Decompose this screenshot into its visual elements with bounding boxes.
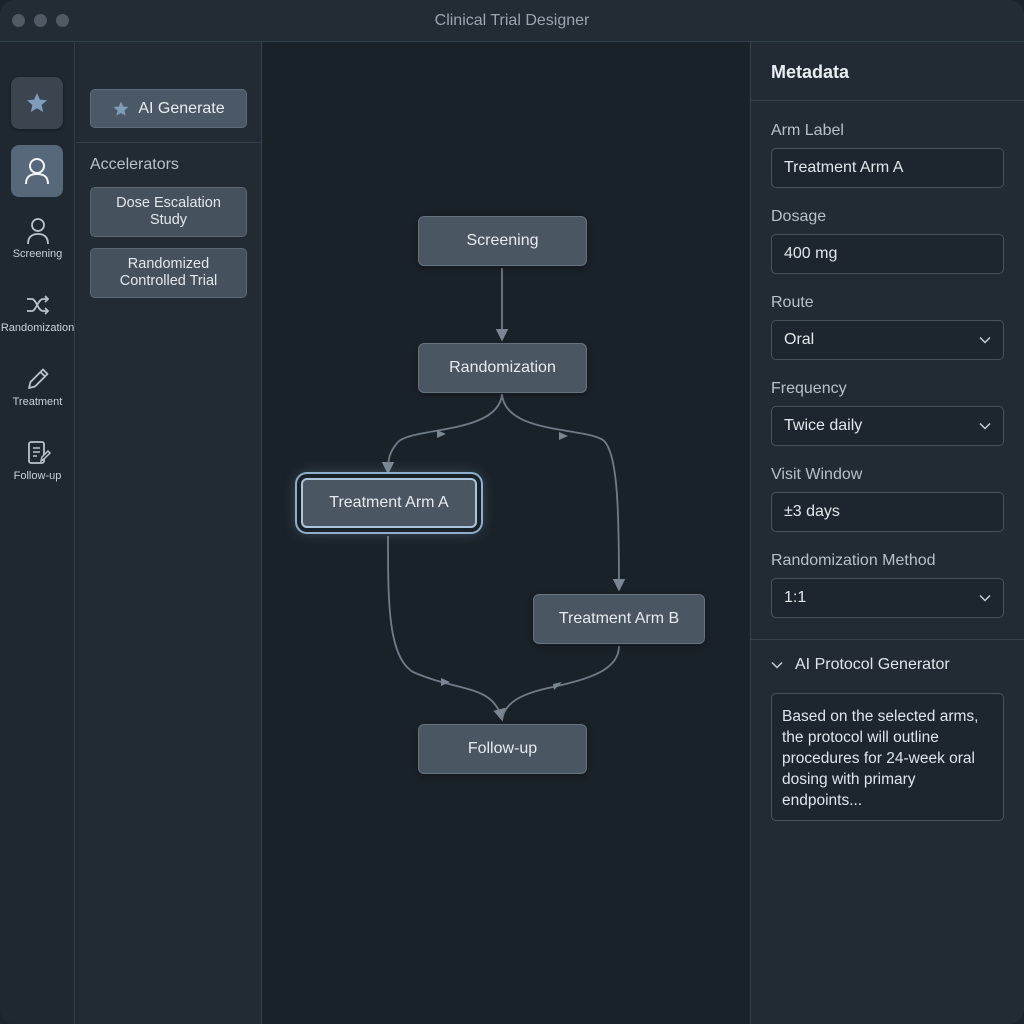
dosage-label: Dosage — [771, 208, 827, 225]
title-bar: Clinical Trial Designer — [0, 0, 1024, 42]
divider — [751, 100, 1024, 101]
rail-label-treatment: Treatment — [12, 396, 63, 408]
window-title: Clinical Trial Designer — [434, 12, 590, 29]
arm-label-label: Arm Label — [771, 122, 844, 139]
randomization-method-label: Randomization Method — [771, 552, 936, 569]
accelerator-rct-button[interactable]: Randomized Controlled Trial — [90, 248, 247, 298]
edge-arm-a-followup — [387, 535, 506, 722]
randomization-method-select[interactable]: 1:1 — [771, 578, 1004, 618]
randomization-method-value: 1:1 — [784, 589, 807, 606]
ai-protocol-generator-toggle[interactable]: AI Protocol Generator — [771, 656, 950, 674]
route-value: Oral — [784, 331, 815, 348]
arm-label-input[interactable]: Treatment Arm A — [771, 148, 1004, 188]
divider — [751, 639, 1024, 640]
shuffle-icon — [26, 295, 49, 315]
node-treatment-arm-a[interactable]: Treatment Arm A — [301, 478, 477, 528]
ai-generate-button[interactable]: AI Generate — [90, 89, 247, 128]
edge-randomization-arm-a — [381, 393, 503, 475]
node-randomization[interactable]: Randomization — [418, 343, 587, 393]
frequency-label: Frequency — [771, 380, 847, 397]
node-screening[interactable]: Screening — [418, 216, 587, 266]
chevron-down-icon — [771, 661, 783, 669]
pencil-icon — [27, 368, 48, 389]
app-window: Clinical Trial Designer Screening Random… — [0, 0, 1024, 1024]
route-select[interactable]: Oral — [771, 320, 1004, 360]
accelerators-heading: Accelerators — [90, 156, 179, 173]
metadata-title: Metadata — [771, 62, 850, 82]
library-panel: AI Generate Accelerators Dose Escalation… — [76, 42, 262, 1024]
rail-item-randomization[interactable]: Randomization — [0, 290, 75, 334]
flow-edges — [381, 268, 626, 722]
clipboard-edit-icon — [27, 441, 51, 464]
ai-generate-label: AI Generate — [138, 99, 225, 117]
chevron-down-icon — [979, 594, 991, 602]
rail-label-randomization: Randomization — [0, 322, 75, 334]
user-icon — [25, 158, 49, 185]
node-treatment-arm-b[interactable]: Treatment Arm B — [533, 594, 705, 644]
node-follow-up[interactable]: Follow-up — [418, 724, 587, 774]
star-icon — [113, 101, 129, 116]
star-icon — [27, 93, 47, 112]
rail-label-follow-up: Follow-up — [13, 470, 62, 482]
divider — [76, 142, 261, 143]
person-icon — [26, 218, 49, 245]
accelerator-dose-escalation-button[interactable]: Dose Escalation Study — [90, 187, 247, 237]
icon-rail: Screening Randomization Treatment Follow… — [0, 42, 75, 1024]
visit-window-input[interactable]: ±3 days — [771, 492, 1004, 532]
frequency-select[interactable]: Twice daily — [771, 406, 1004, 446]
ai-protocol-generator-title: AI Protocol Generator — [795, 656, 950, 673]
favorites-button[interactable] — [11, 77, 63, 129]
chevron-down-icon — [979, 336, 991, 344]
profile-button[interactable] — [11, 145, 63, 197]
ai-protocol-output[interactable]: Based on the selected arms, the protocol… — [771, 693, 1004, 821]
rail-item-follow-up[interactable]: Follow-up — [0, 438, 75, 482]
dosage-value: 400 mg — [784, 245, 838, 262]
visit-window-label: Visit Window — [771, 466, 863, 483]
metadata-panel: Metadata Arm Label Treatment Arm A Dosag… — [750, 42, 1024, 1024]
visit-window-value: ±3 days — [784, 503, 840, 520]
rail-item-screening[interactable]: Screening — [0, 216, 75, 260]
rail-item-treatment[interactable]: Treatment — [0, 364, 75, 408]
edge-randomization-arm-b — [501, 393, 626, 592]
route-label: Route — [771, 294, 814, 311]
dosage-input[interactable]: 400 mg — [771, 234, 1004, 274]
chevron-down-icon — [979, 422, 991, 430]
rail-label-screening: Screening — [12, 248, 63, 260]
flow-canvas[interactable]: Screening Randomization Treatment Arm A … — [263, 42, 749, 1024]
arm-label-value: Treatment Arm A — [784, 159, 904, 176]
frequency-value: Twice daily — [784, 417, 863, 434]
